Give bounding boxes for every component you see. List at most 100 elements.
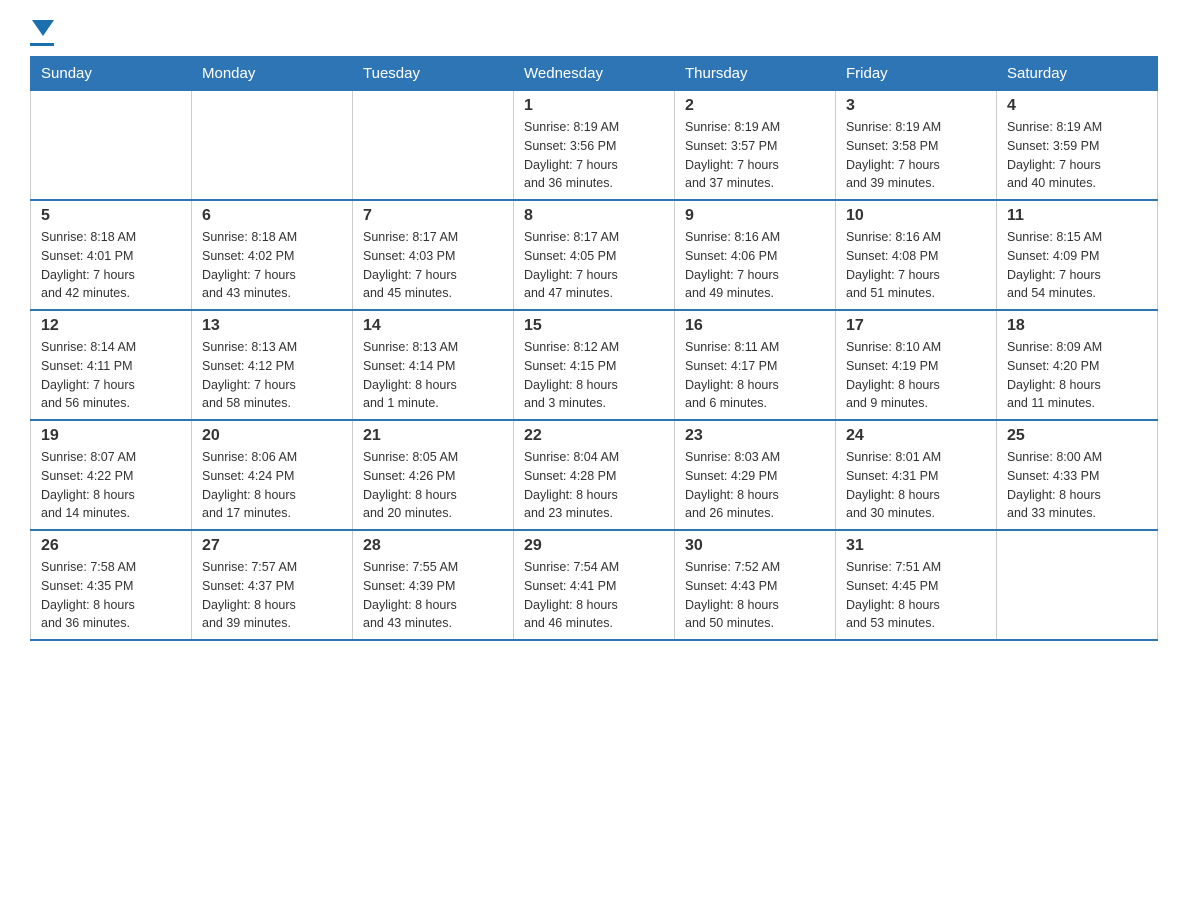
day-number: 1 (524, 97, 664, 115)
calendar-body: 1 Sunrise: 8:19 AM Sunset: 3:56 PM Daylig… (31, 91, 1158, 641)
calendar-cell: 20 Sunrise: 8:06 AM Sunset: 4:24 PM Dayli… (192, 420, 353, 530)
day-number: 29 (524, 537, 664, 555)
day-info: Sunrise: 8:12 AM Sunset: 4:15 PM Dayligh… (524, 338, 664, 413)
calendar-cell: 12 Sunrise: 8:14 AM Sunset: 4:11 PM Dayli… (31, 310, 192, 420)
day-info: Sunrise: 8:05 AM Sunset: 4:26 PM Dayligh… (363, 448, 503, 523)
day-info: Sunrise: 8:03 AM Sunset: 4:29 PM Dayligh… (685, 448, 825, 523)
day-number: 13 (202, 317, 342, 335)
calendar-cell: 4 Sunrise: 8:19 AM Sunset: 3:59 PM Daylig… (997, 91, 1158, 201)
day-info: Sunrise: 8:15 AM Sunset: 4:09 PM Dayligh… (1007, 228, 1147, 303)
calendar-cell: 5 Sunrise: 8:18 AM Sunset: 4:01 PM Daylig… (31, 200, 192, 310)
week-row-4: 19 Sunrise: 8:07 AM Sunset: 4:22 PM Dayli… (31, 420, 1158, 530)
day-number: 27 (202, 537, 342, 555)
day-info: Sunrise: 8:19 AM Sunset: 3:59 PM Dayligh… (1007, 118, 1147, 193)
day-info: Sunrise: 8:07 AM Sunset: 4:22 PM Dayligh… (41, 448, 181, 523)
day-info: Sunrise: 8:13 AM Sunset: 4:14 PM Dayligh… (363, 338, 503, 413)
day-info: Sunrise: 8:19 AM Sunset: 3:57 PM Dayligh… (685, 118, 825, 193)
calendar-header: SundayMondayTuesdayWednesdayThursdayFrid… (31, 57, 1158, 91)
header-tuesday: Tuesday (353, 57, 514, 91)
day-info: Sunrise: 8:18 AM Sunset: 4:02 PM Dayligh… (202, 228, 342, 303)
day-info: Sunrise: 7:54 AM Sunset: 4:41 PM Dayligh… (524, 558, 664, 633)
day-info: Sunrise: 8:10 AM Sunset: 4:19 PM Dayligh… (846, 338, 986, 413)
day-number: 12 (41, 317, 181, 335)
calendar-cell: 6Sunrise: 8:18 AM Sunset: 4:02 PM Daylig… (192, 200, 353, 310)
calendar-cell (31, 91, 192, 201)
week-row-1: 1 Sunrise: 8:19 AM Sunset: 3:56 PM Daylig… (31, 91, 1158, 201)
day-info: Sunrise: 8:19 AM Sunset: 3:56 PM Dayligh… (524, 118, 664, 193)
header-saturday: Saturday (997, 57, 1158, 91)
calendar-cell: 25Sunrise: 8:00 AM Sunset: 4:33 PM Dayli… (997, 420, 1158, 530)
day-info: Sunrise: 7:57 AM Sunset: 4:37 PM Dayligh… (202, 558, 342, 633)
header-wednesday: Wednesday (514, 57, 675, 91)
day-info: Sunrise: 8:00 AM Sunset: 4:33 PM Dayligh… (1007, 448, 1147, 523)
calendar-cell: 30Sunrise: 7:52 AM Sunset: 4:43 PM Dayli… (675, 530, 836, 640)
day-number: 31 (846, 537, 986, 555)
day-info: Sunrise: 7:58 AM Sunset: 4:35 PM Dayligh… (41, 558, 181, 633)
header-monday: Monday (192, 57, 353, 91)
calendar-cell: 19 Sunrise: 8:07 AM Sunset: 4:22 PM Dayli… (31, 420, 192, 530)
day-number: 18 (1007, 317, 1147, 335)
week-row-2: 5 Sunrise: 8:18 AM Sunset: 4:01 PM Daylig… (31, 200, 1158, 310)
day-number: 2 (685, 97, 825, 115)
header-row: SundayMondayTuesdayWednesdayThursdayFrid… (31, 57, 1158, 91)
calendar-cell: 15 Sunrise: 8:12 AM Sunset: 4:15 PM Dayli… (514, 310, 675, 420)
day-info: Sunrise: 7:52 AM Sunset: 4:43 PM Dayligh… (685, 558, 825, 633)
calendar-cell: 24Sunrise: 8:01 AM Sunset: 4:31 PM Dayli… (836, 420, 997, 530)
calendar-cell: 11 Sunrise: 8:15 AM Sunset: 4:09 PM Dayli… (997, 200, 1158, 310)
calendar-cell: 31Sunrise: 7:51 AM Sunset: 4:45 PM Dayli… (836, 530, 997, 640)
header-sunday: Sunday (31, 57, 192, 91)
day-number: 16 (685, 317, 825, 335)
day-number: 15 (524, 317, 664, 335)
day-number: 19 (41, 427, 181, 445)
day-number: 10 (846, 207, 986, 225)
calendar-cell: 27 Sunrise: 7:57 AM Sunset: 4:37 PM Dayli… (192, 530, 353, 640)
calendar-cell: 3Sunrise: 8:19 AM Sunset: 3:58 PM Daylig… (836, 91, 997, 201)
calendar-cell (192, 91, 353, 201)
day-info: Sunrise: 8:09 AM Sunset: 4:20 PM Dayligh… (1007, 338, 1147, 413)
day-info: Sunrise: 8:18 AM Sunset: 4:01 PM Dayligh… (41, 228, 181, 303)
day-info: Sunrise: 8:16 AM Sunset: 4:08 PM Dayligh… (846, 228, 986, 303)
calendar-cell: 13 Sunrise: 8:13 AM Sunset: 4:12 PM Dayli… (192, 310, 353, 420)
day-number: 4 (1007, 97, 1147, 115)
calendar-cell: 1 Sunrise: 8:19 AM Sunset: 3:56 PM Daylig… (514, 91, 675, 201)
calendar-cell: 26 Sunrise: 7:58 AM Sunset: 4:35 PM Dayli… (31, 530, 192, 640)
calendar-cell: 21Sunrise: 8:05 AM Sunset: 4:26 PM Dayli… (353, 420, 514, 530)
day-info: Sunrise: 8:17 AM Sunset: 4:05 PM Dayligh… (524, 228, 664, 303)
day-number: 22 (524, 427, 664, 445)
day-number: 9 (685, 207, 825, 225)
day-info: Sunrise: 8:19 AM Sunset: 3:58 PM Dayligh… (846, 118, 986, 193)
day-number: 20 (202, 427, 342, 445)
day-info: Sunrise: 8:11 AM Sunset: 4:17 PM Dayligh… (685, 338, 825, 413)
calendar-cell: 17 Sunrise: 8:10 AM Sunset: 4:19 PM Dayli… (836, 310, 997, 420)
day-number: 17 (846, 317, 986, 335)
day-number: 8 (524, 207, 664, 225)
header-thursday: Thursday (675, 57, 836, 91)
day-number: 28 (363, 537, 503, 555)
logo-underline (30, 43, 54, 46)
day-number: 23 (685, 427, 825, 445)
calendar-cell: 9Sunrise: 8:16 AM Sunset: 4:06 PM Daylig… (675, 200, 836, 310)
calendar-cell: 28Sunrise: 7:55 AM Sunset: 4:39 PM Dayli… (353, 530, 514, 640)
day-number: 11 (1007, 207, 1147, 225)
calendar-cell: 16 Sunrise: 8:11 AM Sunset: 4:17 PM Dayli… (675, 310, 836, 420)
day-number: 14 (363, 317, 503, 335)
header-friday: Friday (836, 57, 997, 91)
calendar-cell: 14 Sunrise: 8:13 AM Sunset: 4:14 PM Dayli… (353, 310, 514, 420)
calendar-cell (353, 91, 514, 201)
day-number: 7 (363, 207, 503, 225)
calendar-cell (997, 530, 1158, 640)
calendar-cell: 7Sunrise: 8:17 AM Sunset: 4:03 PM Daylig… (353, 200, 514, 310)
page-header (30, 20, 1158, 46)
day-info: Sunrise: 8:06 AM Sunset: 4:24 PM Dayligh… (202, 448, 342, 523)
calendar-cell: 10 Sunrise: 8:16 AM Sunset: 4:08 PM Dayli… (836, 200, 997, 310)
calendar-table: SundayMondayTuesdayWednesdayThursdayFrid… (30, 56, 1158, 641)
calendar-cell: 29 Sunrise: 7:54 AM Sunset: 4:41 PM Dayli… (514, 530, 675, 640)
day-info: Sunrise: 8:13 AM Sunset: 4:12 PM Dayligh… (202, 338, 342, 413)
calendar-cell: 23 Sunrise: 8:03 AM Sunset: 4:29 PM Dayli… (675, 420, 836, 530)
logo-triangle-icon (32, 20, 54, 36)
day-number: 24 (846, 427, 986, 445)
day-number: 26 (41, 537, 181, 555)
day-info: Sunrise: 8:14 AM Sunset: 4:11 PM Dayligh… (41, 338, 181, 413)
calendar-cell: 8 Sunrise: 8:17 AM Sunset: 4:05 PM Daylig… (514, 200, 675, 310)
day-number: 5 (41, 207, 181, 225)
